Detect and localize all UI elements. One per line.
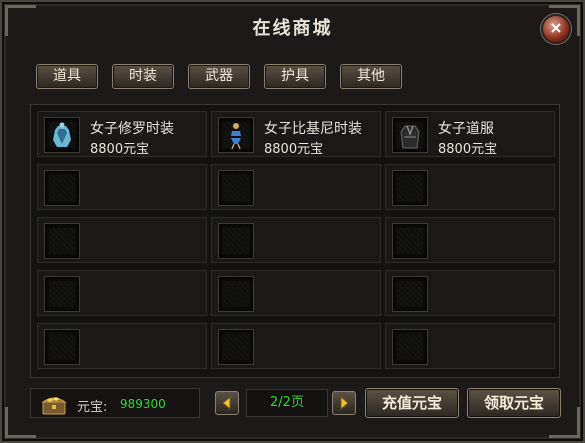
robe-icon bbox=[400, 125, 420, 149]
claim-button[interactable]: 领取元宝 bbox=[467, 388, 561, 418]
item-slot bbox=[392, 329, 428, 365]
tab-items[interactable]: 道具 bbox=[36, 64, 98, 89]
empty-cell[interactable] bbox=[37, 217, 207, 263]
empty-cell[interactable] bbox=[385, 270, 555, 316]
shop-window: 在线商城 × 道具 时装 武器 护具 其他 女子修罗时装 8800元宝 女子比基… bbox=[0, 0, 585, 443]
bikini-costume-icon bbox=[231, 123, 241, 150]
item-grid: 女子修罗时装 8800元宝 女子比基尼时装 8800元宝 女子道服 8800元宝 bbox=[30, 104, 560, 378]
next-page-button[interactable] bbox=[332, 391, 356, 415]
item-slot bbox=[44, 276, 80, 312]
item-slot bbox=[44, 329, 80, 365]
page-indicator: 2/2页 bbox=[246, 389, 328, 417]
prev-page-button[interactable] bbox=[215, 391, 239, 415]
recharge-button[interactable]: 充值元宝 bbox=[365, 388, 459, 418]
item-slot bbox=[218, 117, 254, 153]
currency-value: 989300 bbox=[120, 397, 166, 411]
item-price: 8800元宝 bbox=[264, 142, 324, 157]
item-slot bbox=[44, 223, 80, 259]
item-slot bbox=[218, 223, 254, 259]
empty-cell[interactable] bbox=[211, 164, 381, 210]
empty-cell[interactable] bbox=[385, 217, 555, 263]
close-button[interactable]: × bbox=[541, 14, 571, 44]
tab-costumes[interactable]: 时装 bbox=[112, 64, 174, 89]
tab-weapons[interactable]: 武器 bbox=[188, 64, 250, 89]
empty-cell[interactable] bbox=[37, 323, 207, 369]
window-title: 在线商城 bbox=[252, 18, 333, 39]
item-slot bbox=[218, 276, 254, 312]
item-cell[interactable]: 女子修罗时装 8800元宝 bbox=[37, 111, 207, 157]
empty-cell[interactable] bbox=[211, 217, 381, 263]
item-cell[interactable]: 女子道服 8800元宝 bbox=[385, 111, 555, 157]
item-cell[interactable]: 女子比基尼时装 8800元宝 bbox=[211, 111, 381, 157]
treasure-chest-icon bbox=[41, 397, 67, 415]
item-slot bbox=[392, 117, 428, 153]
item-name: 女子道服 bbox=[438, 121, 494, 137]
bottom-bar: 元宝: 989300 2/2页 充值元宝 领取元宝 bbox=[30, 386, 561, 420]
close-icon: × bbox=[549, 18, 563, 37]
armor-blue-icon bbox=[53, 122, 71, 147]
item-slot bbox=[44, 117, 80, 153]
empty-cell[interactable] bbox=[211, 270, 381, 316]
item-slot bbox=[44, 170, 80, 206]
empty-cell[interactable] bbox=[385, 323, 555, 369]
arrow-left-icon bbox=[222, 396, 231, 410]
item-slot bbox=[392, 276, 428, 312]
empty-cell[interactable] bbox=[385, 164, 555, 210]
item-name: 女子比基尼时装 bbox=[264, 121, 362, 137]
item-price: 8800元宝 bbox=[438, 142, 498, 157]
tab-other[interactable]: 其他 bbox=[340, 64, 402, 89]
tab-armor[interactable]: 护具 bbox=[264, 64, 326, 89]
arrow-right-icon bbox=[340, 396, 349, 410]
empty-cell[interactable] bbox=[37, 270, 207, 316]
currency-label: 元宝: bbox=[77, 400, 108, 415]
currency-display: 元宝: 989300 bbox=[30, 388, 200, 418]
empty-cell[interactable] bbox=[37, 164, 207, 210]
item-slot bbox=[392, 223, 428, 259]
item-name: 女子修罗时装 bbox=[90, 121, 174, 137]
empty-cell[interactable] bbox=[211, 323, 381, 369]
item-slot bbox=[218, 329, 254, 365]
item-slot bbox=[218, 170, 254, 206]
item-price: 8800元宝 bbox=[90, 142, 150, 157]
item-slot bbox=[392, 170, 428, 206]
